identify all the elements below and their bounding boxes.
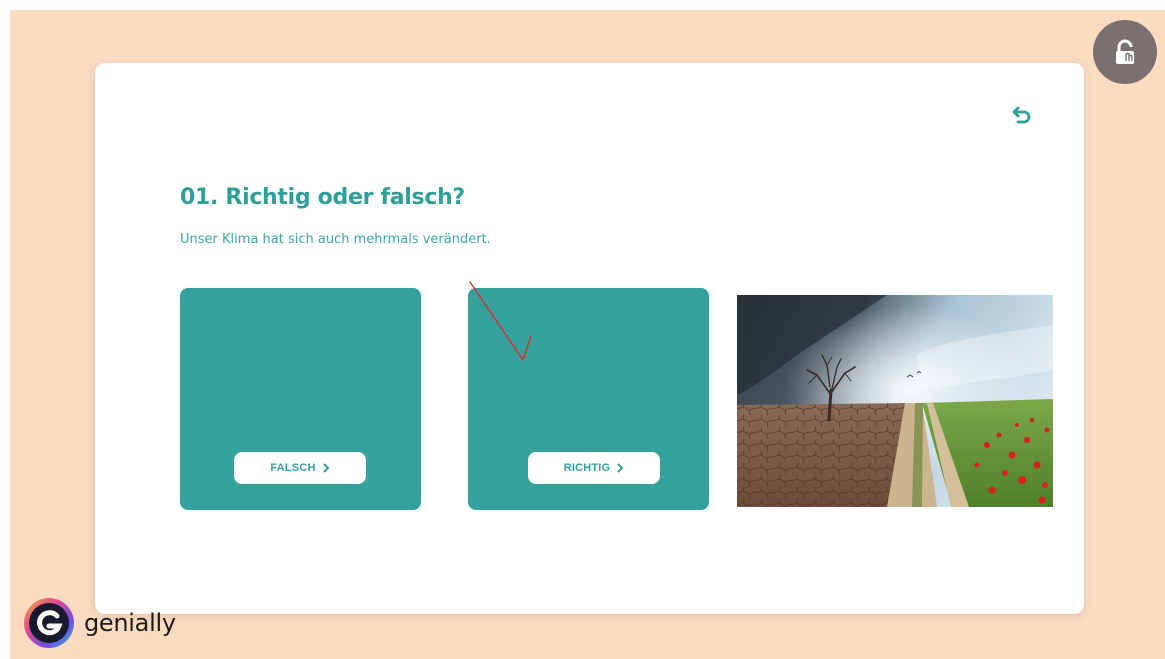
chevron-right-icon: [617, 463, 624, 473]
climate-photo: [737, 295, 1053, 507]
question-statement: Unser Klima hat sich auch mehrmals verän…: [180, 232, 491, 247]
answer-card-falsch[interactable]: FALSCH: [180, 288, 421, 510]
richtig-button-label: RICHTIG: [563, 462, 611, 474]
falsch-button-label: FALSCH: [270, 462, 316, 474]
chevron-right-icon: [322, 463, 330, 473]
genially-logo-icon: [24, 598, 74, 648]
undo-button[interactable]: [1008, 100, 1038, 130]
unlock-button[interactable]: [1093, 20, 1157, 84]
genially-logo[interactable]: genially: [22, 596, 176, 650]
brand-name: genially: [84, 609, 176, 637]
answer-card-richtig[interactable]: RICHTIG: [468, 288, 709, 510]
richtig-button[interactable]: RICHTIG: [528, 452, 660, 484]
undo-icon: [1012, 106, 1031, 124]
unlock-icon: [1116, 39, 1134, 64]
question-title: 01. Richtig oder falsch?: [180, 185, 465, 210]
falsch-button[interactable]: FALSCH: [234, 452, 366, 484]
